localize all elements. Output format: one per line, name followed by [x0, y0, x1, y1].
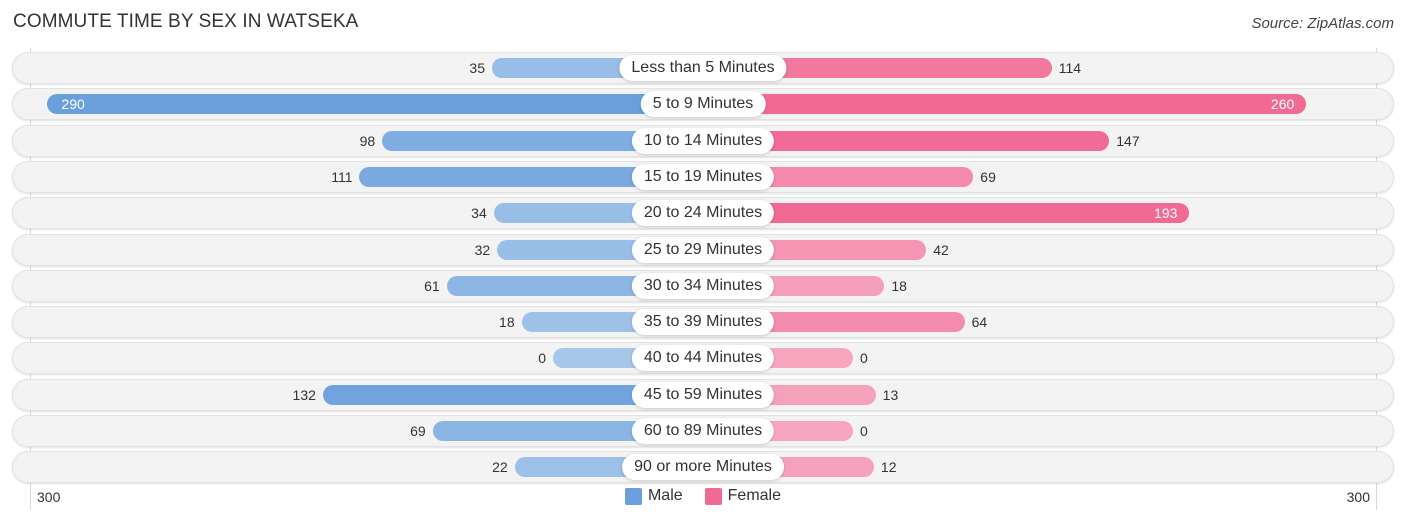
female-value-label: 193	[1154, 205, 1178, 222]
female-value-label: 13	[882, 386, 899, 403]
legend-label-male: Male	[647, 487, 683, 504]
chart-title: COMMUTE TIME BY SEX IN WATSEKA	[13, 11, 359, 32]
category-label: 30 to 34 Minutes	[631, 272, 775, 299]
category-label: 40 to 44 Minutes	[631, 345, 775, 372]
legend-item-female: Female	[704, 487, 782, 505]
female-value-label: 64	[971, 314, 988, 331]
category-label: 5 to 9 Minutes	[640, 91, 766, 118]
legend-label-female: Female	[727, 487, 782, 504]
male-value-label: 22	[492, 459, 508, 476]
male-value-label: 32	[474, 241, 491, 258]
category-label: 60 to 89 Minutes	[631, 418, 775, 444]
category-label: 20 to 24 Minutes	[631, 200, 775, 227]
category-label: 90 or more Minutes	[622, 454, 784, 481]
source-label: Source: ZipAtlas.com	[1251, 15, 1394, 32]
female-value-label: 0	[860, 350, 868, 367]
female-value-label: 42	[933, 241, 949, 258]
male-value-label: 18	[499, 314, 515, 331]
category-label: 10 to 14 Minutes	[631, 127, 775, 154]
female-bar	[703, 94, 1307, 115]
female-bar	[703, 203, 1190, 224]
male-value-label: 132	[292, 386, 316, 403]
male-value-label: 69	[410, 423, 426, 439]
male-value-label: 111	[331, 168, 353, 185]
male-swatch	[624, 487, 642, 505]
female-value-label: 114	[1058, 60, 1082, 76]
category-label: 45 to 59 Minutes	[631, 381, 775, 408]
female-value-label: 260	[1270, 96, 1295, 113]
male-value-label: 61	[424, 277, 440, 294]
female-value-label: 69	[980, 168, 996, 185]
legend-item-male: Male	[624, 487, 683, 505]
category-label: 15 to 19 Minutes	[631, 163, 775, 190]
category-label: 25 to 29 Minutes	[631, 236, 775, 263]
male-value-label: 98	[359, 132, 376, 149]
category-label: Less than 5 Minutes	[619, 55, 787, 81]
female-swatch	[704, 487, 722, 505]
male-bar	[47, 94, 703, 115]
male-value-label: 35	[469, 60, 485, 76]
category-label: 35 to 39 Minutes	[631, 309, 775, 336]
female-value-label: 12	[880, 459, 897, 476]
legend: Male Female	[0, 487, 1406, 505]
male-value-label: 290	[61, 96, 85, 113]
male-value-label: 0	[538, 350, 546, 367]
female-value-label: 18	[891, 277, 907, 294]
female-value-label: 147	[1116, 132, 1140, 149]
female-value-label: 0	[860, 423, 868, 439]
male-value-label: 34	[471, 205, 487, 222]
